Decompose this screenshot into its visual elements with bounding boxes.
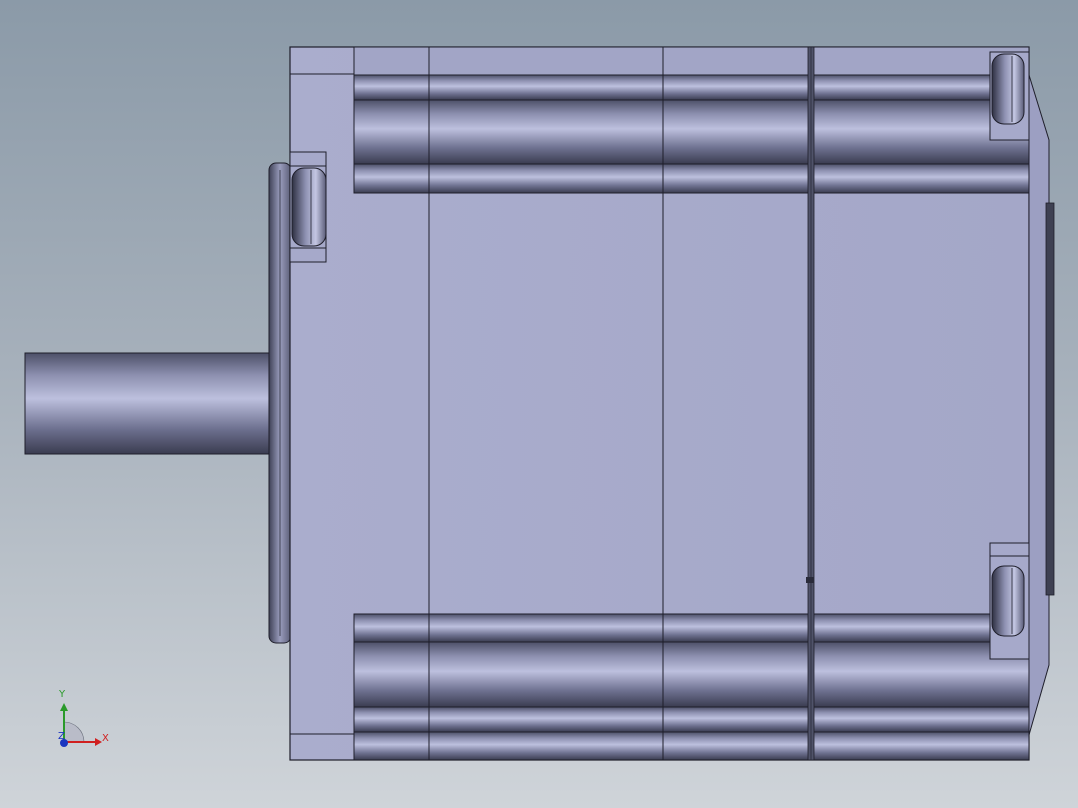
mounting-flange[interactable] [268,162,292,644]
y-axis-label: Y [59,689,66,700]
y-axis-arrowhead-icon [60,703,68,711]
motor-model[interactable] [0,0,1078,808]
rear-connector[interactable] [806,577,814,583]
x-axis-arrowhead-icon [95,738,102,746]
rear-end-cap[interactable] [807,46,815,761]
motor-shaft[interactable] [24,352,274,455]
triad-plane-icon [63,721,85,743]
graphics-viewport[interactable]: X Y Z [0,0,1078,808]
z-axis-label: Z [58,731,65,742]
rear-cover[interactable] [1028,74,1055,736]
x-axis-label: X [102,733,109,744]
